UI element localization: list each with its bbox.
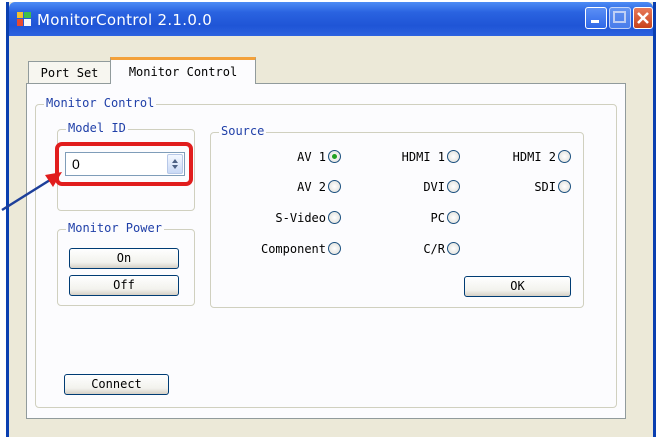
pointer-arrow-icon xyxy=(1,172,62,212)
tab-monitor-control[interactable]: Monitor Control xyxy=(110,57,256,84)
